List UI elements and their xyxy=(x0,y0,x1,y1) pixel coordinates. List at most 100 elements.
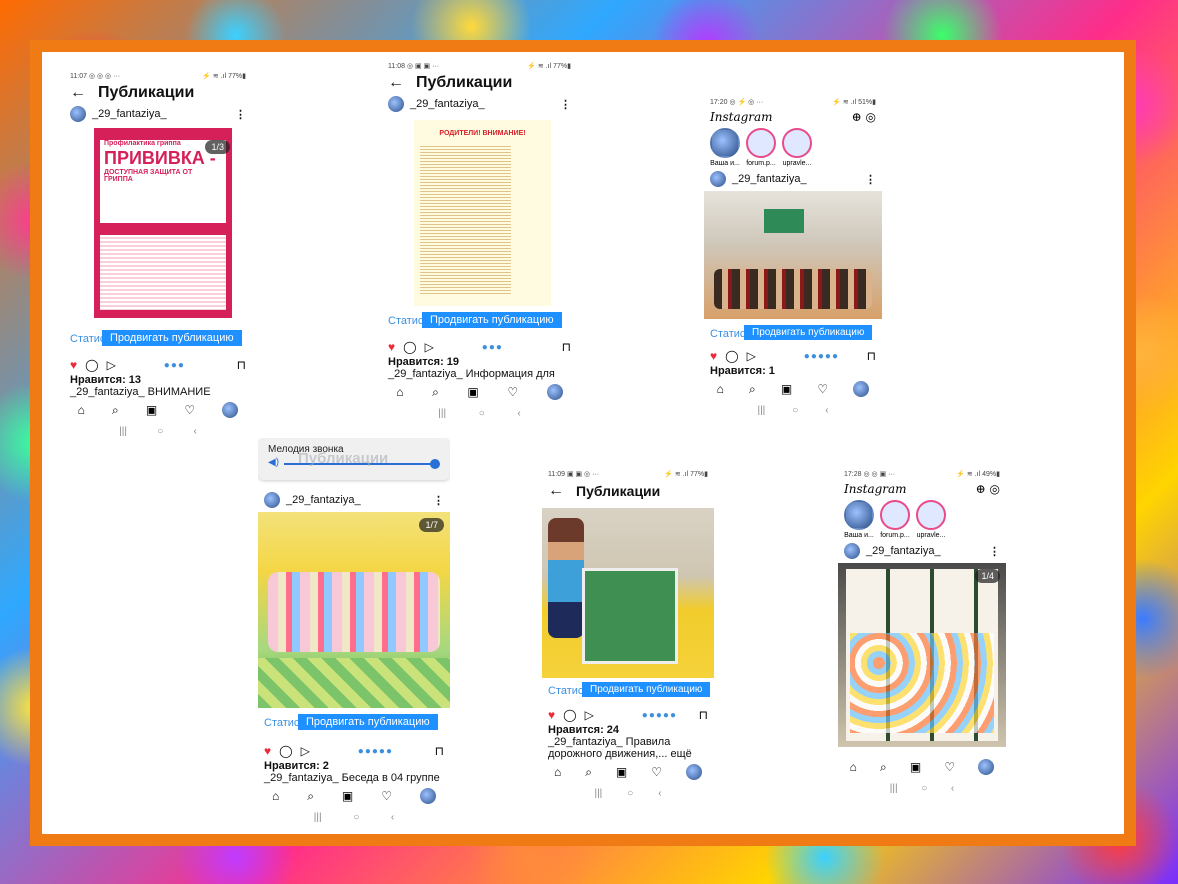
search-icon[interactable]: ⌕ xyxy=(585,765,592,780)
bookmark-icon[interactable]: ⊓ xyxy=(237,358,246,372)
search-icon[interactable]: ⌕ xyxy=(749,382,756,397)
like-icon[interactable]: ♥ xyxy=(548,708,555,722)
messenger-icon[interactable]: ◎ xyxy=(990,482,1000,496)
back-button-icon[interactable]: ‹ xyxy=(391,812,394,823)
home-icon[interactable]: ⌂ xyxy=(396,385,403,399)
post-image[interactable]: Профилактика гриппа ПРИВИВКА - ДОСТУПНАЯ… xyxy=(94,128,232,318)
bookmark-icon[interactable]: ⊓ xyxy=(435,744,444,758)
more-options-icon[interactable]: ⋮ xyxy=(560,98,571,111)
home-button-icon[interactable]: ○ xyxy=(627,788,633,799)
home-button-icon[interactable]: ○ xyxy=(921,783,927,794)
heart-icon[interactable]: ♡ xyxy=(651,765,662,779)
heart-icon[interactable]: ♡ xyxy=(507,385,518,399)
profile-icon[interactable] xyxy=(419,788,436,804)
story-item[interactable]: upravle... xyxy=(782,128,812,167)
share-icon[interactable]: ▷ xyxy=(585,708,594,722)
home-button-icon[interactable]: ○ xyxy=(353,812,359,823)
share-icon[interactable]: ▷ xyxy=(425,340,434,354)
back-button-icon[interactable]: ‹ xyxy=(825,405,828,416)
instagram-logo[interactable]: Instagram xyxy=(844,482,907,496)
bookmark-icon[interactable]: ⊓ xyxy=(699,708,708,722)
username[interactable]: _29_fantaziya_ xyxy=(92,108,167,120)
more-options-icon[interactable]: ⋮ xyxy=(433,494,444,507)
username[interactable]: _29_fantaziya_ xyxy=(732,173,807,185)
stats-link[interactable]: Статис xyxy=(388,315,423,327)
avatar[interactable] xyxy=(70,106,86,122)
story-item[interactable]: forum.p... xyxy=(880,500,910,539)
recent-apps-icon[interactable]: ||| xyxy=(890,783,898,794)
recent-apps-icon[interactable]: ||| xyxy=(314,812,322,823)
reels-icon[interactable]: ▣ xyxy=(467,385,478,399)
profile-icon[interactable] xyxy=(685,764,702,780)
back-arrow-icon[interactable]: ← xyxy=(388,74,404,92)
more-options-icon[interactable]: ⋮ xyxy=(989,545,1000,558)
post-image[interactable] xyxy=(704,191,882,319)
promote-button[interactable]: Продвигать публикацию xyxy=(102,330,242,346)
story-item[interactable]: forum.p... xyxy=(746,128,776,167)
avatar[interactable] xyxy=(710,171,726,187)
slider-knob[interactable] xyxy=(430,459,440,469)
avatar[interactable] xyxy=(844,543,860,559)
comment-icon[interactable]: ◯ xyxy=(85,358,98,372)
post-image[interactable] xyxy=(542,508,714,678)
back-button-icon[interactable]: ‹ xyxy=(517,408,520,419)
more-options-icon[interactable]: ⋮ xyxy=(865,173,876,186)
bookmark-icon[interactable]: ⊓ xyxy=(867,349,876,363)
profile-icon[interactable] xyxy=(222,402,239,418)
reels-icon[interactable]: ▣ xyxy=(910,760,921,774)
reels-icon[interactable]: ▣ xyxy=(616,765,627,779)
bookmark-icon[interactable]: ⊓ xyxy=(562,340,571,354)
like-icon[interactable]: ♥ xyxy=(710,349,717,363)
back-arrow-icon[interactable]: ← xyxy=(70,84,86,102)
recent-apps-icon[interactable]: ||| xyxy=(119,426,127,437)
like-icon[interactable]: ♥ xyxy=(388,340,395,354)
reels-icon[interactable]: ▣ xyxy=(342,789,353,803)
share-icon[interactable]: ▷ xyxy=(107,358,116,372)
recent-apps-icon[interactable]: ||| xyxy=(757,405,765,416)
stats-link[interactable]: Статис xyxy=(548,685,583,697)
heart-icon[interactable]: ♡ xyxy=(184,403,195,417)
username[interactable]: _29_fantaziya_ xyxy=(866,545,941,557)
search-icon[interactable]: ⌕ xyxy=(880,760,887,775)
comment-icon[interactable]: ◯ xyxy=(403,340,416,354)
home-icon[interactable]: ⌂ xyxy=(850,760,857,774)
reels-icon[interactable]: ▣ xyxy=(146,403,157,417)
story-item[interactable]: upravle... xyxy=(916,500,946,539)
home-icon[interactable]: ⌂ xyxy=(717,382,724,396)
profile-icon[interactable] xyxy=(853,381,870,397)
back-button-icon[interactable]: ‹ xyxy=(951,783,954,794)
profile-icon[interactable] xyxy=(978,759,995,775)
home-icon[interactable]: ⌂ xyxy=(554,765,561,779)
home-icon[interactable]: ⌂ xyxy=(78,403,85,417)
post-caption-more[interactable]: дорожного движения,... ещё xyxy=(542,748,714,760)
profile-icon[interactable] xyxy=(546,384,563,400)
avatar[interactable] xyxy=(264,492,280,508)
share-icon[interactable]: ▷ xyxy=(301,744,310,758)
back-button-icon[interactable]: ‹ xyxy=(658,788,661,799)
more-options-icon[interactable]: ⋮ xyxy=(235,108,246,121)
home-button-icon[interactable]: ○ xyxy=(157,426,163,437)
promote-button[interactable]: Продвигать публикацию xyxy=(422,312,562,328)
username[interactable]: _29_fantaziya_ xyxy=(286,494,361,506)
home-button-icon[interactable]: ○ xyxy=(792,405,798,416)
instagram-logo[interactable]: Instagram xyxy=(710,110,773,124)
story-item[interactable]: Ваша и... xyxy=(844,500,874,539)
add-post-icon[interactable]: ⊕ xyxy=(976,482,986,496)
like-icon[interactable]: ♥ xyxy=(264,744,271,758)
heart-icon[interactable]: ♡ xyxy=(817,382,828,396)
like-icon[interactable]: ♥ xyxy=(70,358,77,372)
username[interactable]: _29_fantaziya_ xyxy=(410,98,485,110)
back-button-icon[interactable]: ‹ xyxy=(194,426,197,437)
story-item[interactable]: Ваша и... xyxy=(710,128,740,167)
comment-icon[interactable]: ◯ xyxy=(563,708,576,722)
heart-icon[interactable]: ♡ xyxy=(381,789,392,803)
post-image[interactable]: РОДИТЕЛИ! ВНИМАНИЕ! xyxy=(414,120,551,306)
comment-icon[interactable]: ◯ xyxy=(725,349,738,363)
promote-button[interactable]: Продвигать публикацию xyxy=(582,682,711,697)
search-icon[interactable]: ⌕ xyxy=(432,385,439,400)
recent-apps-icon[interactable]: ||| xyxy=(594,788,602,799)
post-image[interactable]: 1/4 xyxy=(838,563,1006,747)
home-icon[interactable]: ⌂ xyxy=(272,789,279,803)
back-arrow-icon[interactable]: ← xyxy=(548,482,564,500)
avatar[interactable] xyxy=(388,96,404,112)
